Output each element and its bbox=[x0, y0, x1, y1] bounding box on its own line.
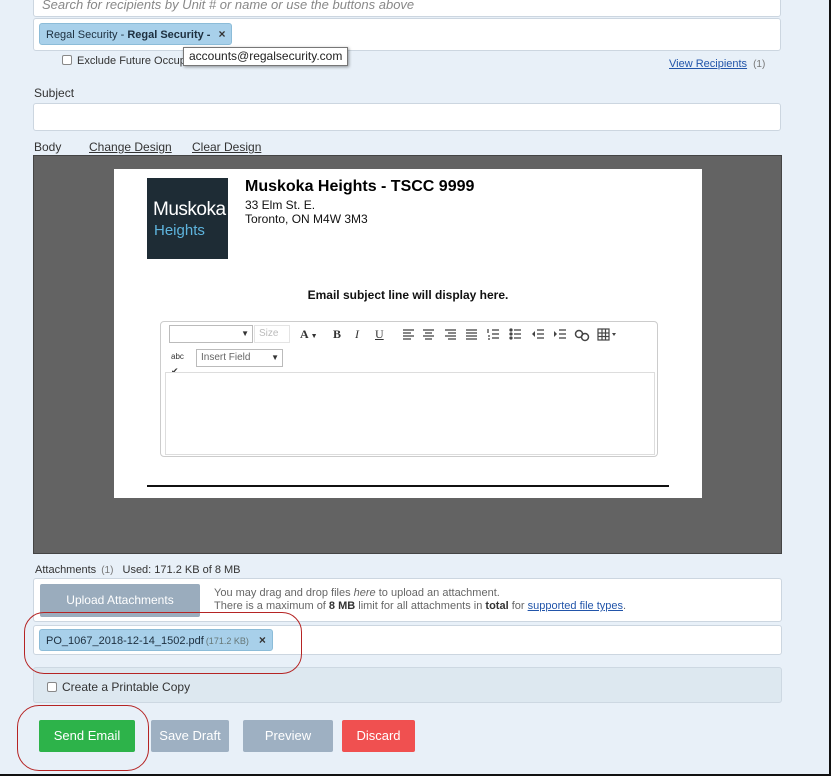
printable-copy-panel: Create a Printable Copy bbox=[33, 667, 782, 703]
attached-files-list: PO_1067_2018-12-14_1502.pdf (171.2 KB) × bbox=[33, 625, 782, 655]
exclude-future-occupants-label: Exclude Future Occupa bbox=[77, 55, 192, 67]
italic-button[interactable]: I bbox=[355, 327, 359, 341]
align-right-icon bbox=[445, 329, 456, 340]
recipient-email-tooltip: accounts@regalsecurity.com bbox=[183, 47, 349, 66]
attachment-file-name: PO_1067_2018-12-14_1502.pdf bbox=[46, 635, 204, 647]
font-color-icon: A bbox=[300, 327, 309, 341]
save-draft-button[interactable]: Save Draft bbox=[151, 720, 229, 752]
upload-note-text: for bbox=[508, 600, 528, 612]
address-line-2: Toronto, ON M4W 3M3 bbox=[245, 212, 368, 226]
selected-recipients-field[interactable]: Regal Security - Regal Security - × bbox=[33, 18, 781, 51]
justify-icon bbox=[466, 329, 477, 340]
font-color-button[interactable]: A ▼ bbox=[300, 327, 318, 343]
upload-note-text: to upload an attachment. bbox=[375, 587, 500, 599]
address-line-1: 33 Elm St. E. bbox=[245, 198, 316, 212]
attachment-chip[interactable]: PO_1067_2018-12-14_1502.pdf (171.2 KB) × bbox=[39, 629, 273, 651]
font-family-select[interactable]: ▼ bbox=[169, 325, 253, 343]
upload-note-text: You may drag and drop files bbox=[214, 587, 354, 599]
attachment-file-size: (171.2 KB) bbox=[205, 636, 249, 646]
email-template-page: Muskoka Heights Muskoka Heights - TSCC 9… bbox=[114, 169, 702, 498]
attachments-header: Attachments (1) Used: 171.2 KB of 8 MB bbox=[35, 564, 241, 576]
exclude-future-occupants-option[interactable]: Exclude Future Occupa bbox=[62, 55, 192, 67]
upload-note-line-2: There is a maximum of 8 MB limit for all… bbox=[214, 600, 626, 612]
upload-note-text: There is a maximum of bbox=[214, 600, 329, 612]
upload-note-text: limit for all attachments in bbox=[355, 600, 486, 612]
spell-check-label: abc bbox=[171, 352, 184, 361]
link-icon bbox=[574, 329, 590, 342]
align-center-icon bbox=[423, 329, 434, 340]
upload-note-here: here bbox=[353, 587, 376, 599]
chevron-down-icon: ▼ bbox=[310, 332, 318, 340]
recipient-search-placeholder: Search for recipients by Unit # or name … bbox=[42, 0, 415, 12]
upload-note-text: . bbox=[623, 600, 627, 612]
recipient-remove-icon[interactable]: × bbox=[218, 27, 225, 41]
upload-attachments-button[interactable]: Upload Attachments bbox=[40, 584, 200, 617]
exclude-future-occupants-checkbox[interactable] bbox=[62, 55, 72, 65]
font-size-placeholder: Size bbox=[259, 328, 279, 339]
discard-button[interactable]: Discard bbox=[342, 720, 415, 752]
upload-size-limit: 8 MB bbox=[328, 600, 356, 612]
outdent-icon bbox=[532, 329, 544, 339]
attachments-usage: Used: 171.2 KB of 8 MB bbox=[122, 564, 241, 576]
email-subject-preview: Email subject line will display here. bbox=[307, 288, 509, 302]
recipient-chip[interactable]: Regal Security - Regal Security - × bbox=[39, 23, 233, 45]
body-text-area[interactable] bbox=[165, 372, 655, 455]
send-email-button[interactable]: Send Email bbox=[39, 720, 135, 752]
subject-input[interactable] bbox=[33, 103, 781, 131]
attachments-label: Attachments bbox=[35, 564, 97, 576]
formatting-toolbar-icons bbox=[403, 328, 616, 342]
change-design-link[interactable]: Change Design bbox=[89, 140, 172, 154]
subject-label: Subject bbox=[34, 86, 75, 100]
font-size-select[interactable]: Size bbox=[254, 325, 290, 343]
rich-text-editor: ▼ Size A ▼ B I U abc ✔ Insert Field ▼ bbox=[160, 321, 658, 457]
printable-copy-checkbox[interactable] bbox=[47, 682, 57, 692]
view-recipients-count: (1) bbox=[753, 59, 766, 70]
supported-file-types-link[interactable]: supported file types bbox=[528, 600, 623, 612]
logo-text-muskoka: Muskoka bbox=[153, 199, 226, 220]
view-recipients-link[interactable]: View Recipients bbox=[669, 58, 747, 70]
logo-text-heights: Heights bbox=[154, 222, 205, 239]
bold-button[interactable]: B bbox=[333, 327, 341, 341]
upload-note-total: total bbox=[485, 600, 509, 612]
recipient-chip-name: Regal Security - bbox=[127, 29, 211, 41]
clear-design-link[interactable]: Clear Design bbox=[192, 140, 261, 154]
body-editor-canvas: Muskoka Heights Muskoka Heights - TSCC 9… bbox=[33, 155, 782, 554]
upload-note-line-1: You may drag and drop files here to uplo… bbox=[214, 587, 500, 599]
insert-field-select[interactable]: Insert Field ▼ bbox=[196, 349, 283, 367]
muskoka-heights-logo: Muskoka Heights bbox=[147, 178, 228, 259]
attachment-remove-icon[interactable]: × bbox=[259, 633, 266, 647]
footer-divider bbox=[147, 485, 669, 487]
view-recipients: View Recipients (1) bbox=[669, 58, 765, 70]
chevron-down-icon: ▼ bbox=[241, 329, 249, 338]
insert-field-label: Insert Field bbox=[201, 352, 251, 363]
preview-button[interactable]: Preview bbox=[243, 720, 333, 752]
body-label: Body bbox=[34, 140, 62, 154]
attachments-count: (1) bbox=[101, 565, 114, 576]
printable-copy-option[interactable]: Create a Printable Copy bbox=[47, 680, 190, 694]
unordered-list-icon bbox=[509, 328, 521, 340]
table-icon bbox=[597, 328, 616, 341]
indent-icon bbox=[554, 329, 566, 339]
recipient-chip-prefix: Regal Security - bbox=[46, 29, 128, 41]
ordered-list-icon bbox=[487, 329, 499, 340]
chevron-down-icon: ▼ bbox=[271, 353, 279, 362]
printable-copy-label: Create a Printable Copy bbox=[62, 680, 191, 694]
underline-button[interactable]: U bbox=[375, 327, 384, 341]
align-left-icon bbox=[403, 329, 414, 340]
email-compose-form: Search for recipients by Unit # or name … bbox=[0, 0, 831, 776]
organization-name: Muskoka Heights - TSCC 9999 bbox=[245, 178, 475, 195]
recipient-search-input[interactable]: Search for recipients by Unit # or name … bbox=[33, 0, 781, 17]
attachment-drop-zone[interactable]: Upload Attachments You may drag and drop… bbox=[33, 578, 782, 622]
